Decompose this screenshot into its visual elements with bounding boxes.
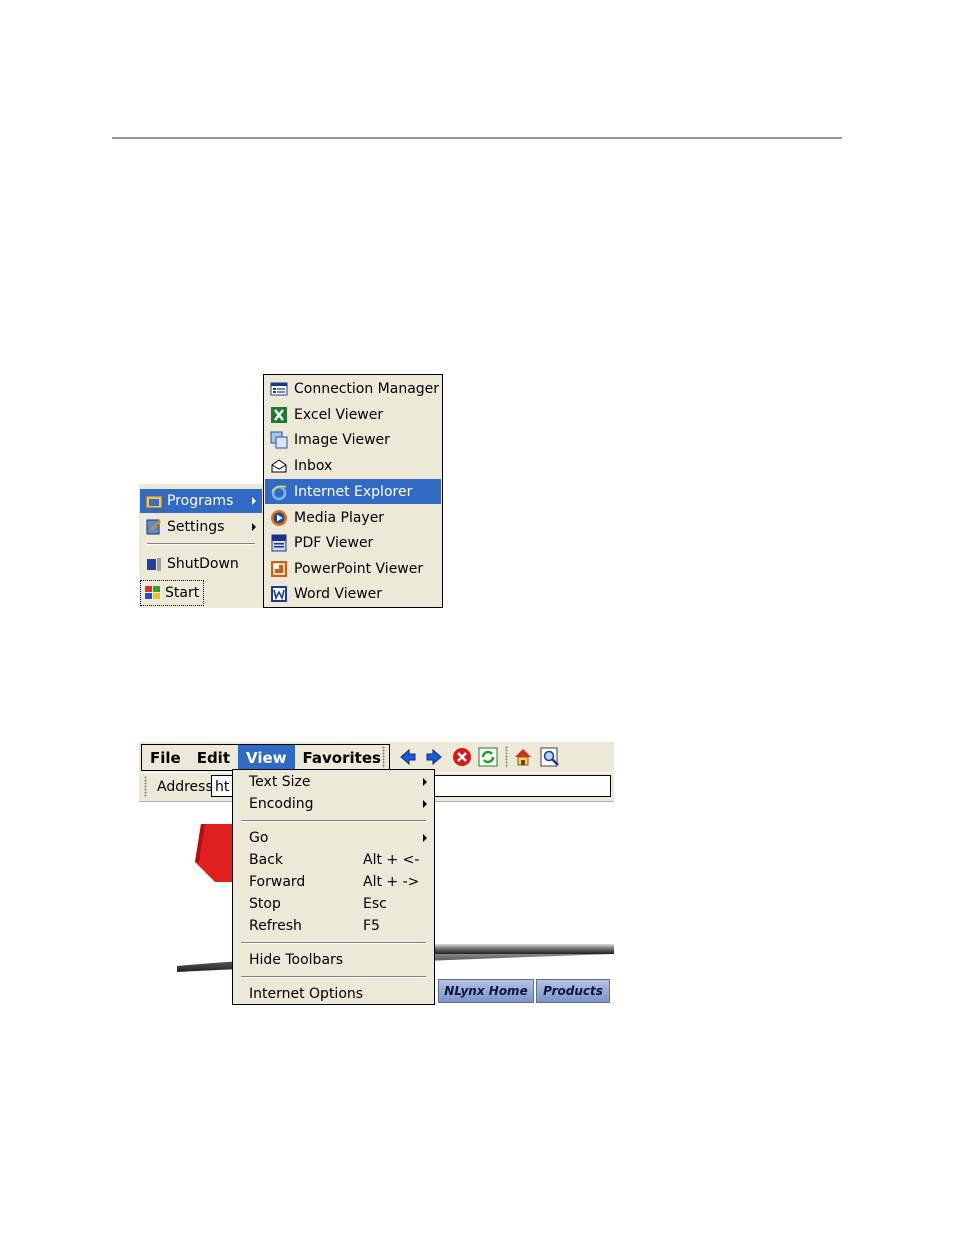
start-menu-item-label: ShutDown (167, 556, 239, 572)
home-icon[interactable] (512, 746, 534, 768)
menu-file[interactable]: File (142, 745, 189, 770)
menu-item-label: Hide Toolbars (249, 952, 344, 968)
menu-item-label: Internet Explorer (294, 483, 413, 500)
toolbar-grip[interactable] (144, 776, 147, 798)
menu-item-label: Excel Viewer (294, 406, 384, 423)
menu-item-label: Word Viewer (294, 585, 383, 602)
menu-item-label: PowerPoint Viewer (294, 560, 424, 577)
settings-icon (146, 519, 162, 535)
start-menu-item-shutdown[interactable]: ShutDown (140, 552, 262, 576)
powerpoint-icon (271, 560, 287, 577)
nav-button-nlynx-home[interactable]: NLynx Home (438, 979, 534, 1003)
menu-item-label: Text Size (249, 774, 311, 790)
view-menu-item-hide-toolbars[interactable]: Hide Toolbars (233, 949, 434, 971)
menu-item-inbox[interactable]: Inbox (265, 453, 441, 478)
toolbar-grip[interactable] (505, 746, 508, 768)
menu-item-media-player[interactable]: Media Player (265, 505, 441, 530)
view-menu-item-forward[interactable]: Forward Alt + -> (233, 871, 434, 893)
internet-explorer-icon (271, 484, 287, 500)
menu-item-label: Forward (249, 874, 306, 890)
view-menu-item-stop[interactable]: Stop Esc (233, 893, 434, 915)
menu-separator (241, 820, 426, 822)
nav-button-products[interactable]: Products (536, 979, 610, 1003)
menu-item-image-viewer[interactable]: Image Viewer (265, 427, 441, 452)
view-menu-item-refresh[interactable]: Refresh F5 (233, 915, 434, 937)
view-menu-item-text-size[interactable]: Text Size (233, 771, 434, 793)
menu-item-label: Image Viewer (294, 431, 390, 448)
menu-item-word-viewer[interactable]: Word Viewer (265, 581, 441, 606)
menu-separator (147, 543, 255, 545)
menu-item-label: Connection Manager (294, 380, 440, 397)
shortcut-label: Alt + -> (363, 874, 420, 890)
word-icon (271, 585, 287, 602)
menu-edit[interactable]: Edit (189, 745, 238, 770)
submenu-arrow-icon (252, 497, 256, 505)
view-menu-dropdown: Text Size Encoding Go Back Alt + <- Forw… (232, 769, 435, 1005)
submenu-arrow-icon (423, 800, 427, 808)
start-menu-item-label: Programs (167, 493, 234, 509)
shutdown-icon (147, 558, 161, 571)
image-viewer-icon (270, 431, 288, 448)
forward-icon[interactable] (423, 746, 445, 768)
excel-icon (271, 406, 287, 423)
menu-item-internet-explorer[interactable]: Internet Explorer (265, 479, 441, 504)
menu-item-label: PDF Viewer (294, 534, 374, 551)
submenu-arrow-icon (252, 523, 256, 531)
menu-item-label: Encoding (249, 796, 314, 812)
menu-item-excel-viewer[interactable]: Excel Viewer (265, 402, 441, 427)
menu-view[interactable]: View (238, 745, 295, 770)
search-icon[interactable] (539, 746, 561, 768)
shortcut-label: Esc (363, 896, 387, 912)
windows-logo-icon (145, 586, 160, 599)
menu-item-label: Refresh (249, 918, 302, 934)
media-player-icon (271, 509, 287, 526)
submenu-arrow-icon (423, 778, 427, 786)
start-menu-item-label: Settings (167, 519, 225, 535)
menu-item-powerpoint-viewer[interactable]: PowerPoint Viewer (265, 556, 441, 581)
programs-submenu: Connection Manager Excel Viewer Image Vi… (263, 374, 443, 608)
menu-item-connection-manager[interactable]: Connection Manager (265, 376, 441, 401)
back-icon[interactable] (397, 746, 419, 768)
view-menu-item-internet-options[interactable]: Internet Options (233, 983, 434, 1005)
address-label: Address (157, 779, 213, 795)
menu-item-pdf-viewer[interactable]: PDF Viewer (265, 530, 441, 555)
shortcut-label: Alt + <- (363, 852, 420, 868)
start-menu-screenshot: Programs Settings ShutDown Start Connect… (139, 374, 443, 608)
submenu-arrow-icon (423, 834, 427, 842)
menu-favorites[interactable]: Favorites (295, 745, 389, 770)
refresh-icon[interactable] (477, 746, 499, 768)
menu-item-label: Inbox (294, 457, 333, 474)
start-menu-item-settings[interactable]: Settings (140, 515, 262, 539)
view-menu-item-back[interactable]: Back Alt + <- (233, 849, 434, 871)
shortcut-label: F5 (363, 918, 380, 934)
inbox-icon (271, 458, 287, 472)
stop-icon[interactable] (451, 746, 473, 768)
menu-item-label: Stop (249, 896, 281, 912)
menu-item-label: Internet Options (249, 986, 364, 1002)
menu-item-label: Media Player (294, 509, 385, 526)
toolbar-grip[interactable] (382, 746, 385, 768)
menu-item-label: Back (249, 852, 283, 868)
pdf-icon (271, 534, 287, 551)
menu-separator (241, 942, 426, 944)
menu-separator (241, 976, 426, 978)
programs-folder-icon (145, 495, 163, 509)
start-menu: Programs Settings ShutDown Start (139, 484, 263, 608)
start-button[interactable]: Start (140, 580, 204, 606)
connection-manager-icon (270, 382, 288, 395)
browser-screenshot: File Edit View Favorites Address ht NLyn… (139, 742, 614, 1008)
start-button-label: Start (165, 585, 200, 601)
menu-bar-group: File Edit View Favorites (141, 744, 390, 771)
menu-item-label: Go (249, 830, 269, 846)
view-menu-item-go[interactable]: Go (233, 827, 434, 849)
view-menu-item-encoding[interactable]: Encoding (233, 793, 434, 815)
horizontal-rule (112, 137, 842, 139)
start-menu-item-programs[interactable]: Programs (140, 489, 262, 513)
